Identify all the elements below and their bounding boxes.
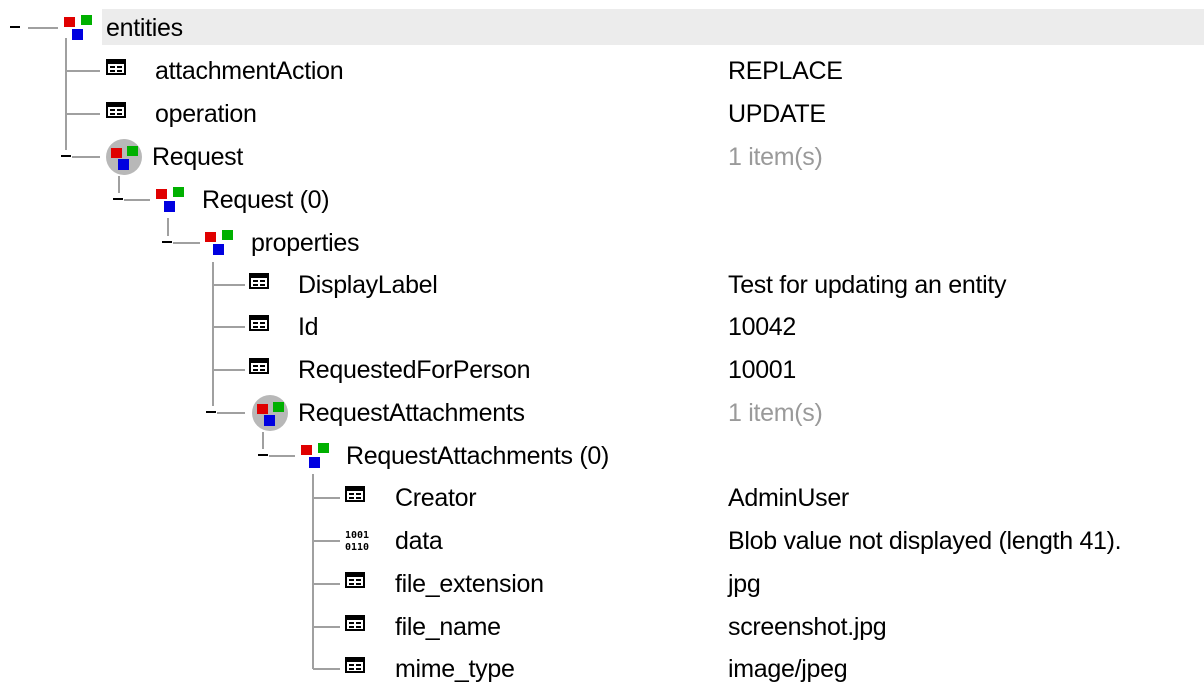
tree-node-label: RequestedForPerson xyxy=(298,356,531,384)
tree-node-label: entities xyxy=(106,14,183,42)
tree-node-value: jpg xyxy=(728,570,761,598)
field-icon xyxy=(345,486,365,502)
tree-node-value: REPLACE xyxy=(728,57,843,85)
tree-row-requestattachments-0[interactable]: RequestAttachments (0) xyxy=(0,435,1204,477)
tree-row-creator[interactable]: Creator AdminUser xyxy=(0,477,1204,519)
entity-icon xyxy=(205,230,233,255)
tree-node-value: Test for updating an entity xyxy=(728,271,1007,299)
tree-row-requestattachments[interactable]: RequestAttachments 1 item(s) xyxy=(0,392,1204,434)
svg-text:1001: 1001 xyxy=(345,530,369,541)
tree-node-label: operation xyxy=(155,100,257,128)
tree-node-value: screenshot.jpg xyxy=(728,613,887,641)
collapse-toggle-icon[interactable] xyxy=(60,150,72,162)
collapse-toggle-icon[interactable] xyxy=(112,193,124,205)
selection-highlight xyxy=(102,9,1204,45)
tree-node-value: 10001 xyxy=(728,356,797,384)
tree-node-value: AdminUser xyxy=(728,484,849,512)
tree-row-data[interactable]: 1001 0110 data Blob value not displayed … xyxy=(0,520,1204,562)
tree-node-label: Request xyxy=(152,143,244,171)
tree-row-request-0[interactable]: Request (0) xyxy=(0,179,1204,221)
collapse-toggle-icon[interactable] xyxy=(9,21,21,33)
collapse-toggle-icon[interactable] xyxy=(257,449,269,461)
tree-row-request[interactable]: Request 1 item(s) xyxy=(0,136,1204,178)
tree-node-label: DisplayLabel xyxy=(298,271,438,299)
tree-node-value: 10042 xyxy=(728,313,797,341)
tree-node-label: properties xyxy=(251,229,360,257)
tree-node-label: Id xyxy=(298,313,319,341)
tree-node-label: data xyxy=(395,527,443,555)
tree-row-requestedforperson[interactable]: RequestedForPerson 10001 xyxy=(0,349,1204,391)
entity-icon xyxy=(64,15,92,40)
tree-view[interactable]: entities attachmentAction REPLACE operat… xyxy=(0,0,1204,686)
tree-node-value: UPDATE xyxy=(728,100,826,128)
entity-icon xyxy=(301,443,329,468)
tree-row-operation[interactable]: operation UPDATE xyxy=(0,93,1204,135)
tree-row-properties[interactable]: properties xyxy=(0,222,1204,264)
tree-row-displaylabel[interactable]: DisplayLabel Test for updating an entity xyxy=(0,264,1204,306)
tree-row-mime-type[interactable]: mime_type image/jpeg xyxy=(0,648,1204,690)
binary-icon: 1001 0110 xyxy=(345,530,369,553)
tree-node-label: Request (0) xyxy=(202,186,330,214)
field-icon xyxy=(249,273,269,289)
tree-row-file-name[interactable]: file_name screenshot.jpg xyxy=(0,606,1204,648)
field-icon xyxy=(345,572,365,588)
tree-node-label: attachmentAction xyxy=(155,57,344,85)
collapse-toggle-icon[interactable] xyxy=(161,236,173,248)
svg-text:0110: 0110 xyxy=(345,542,369,553)
tree-node-label: file_name xyxy=(395,613,501,641)
entity-icon xyxy=(156,187,184,212)
tree-node-label: RequestAttachments (0) xyxy=(346,442,609,470)
tree-node-label: RequestAttachments xyxy=(298,399,525,427)
field-icon xyxy=(345,657,365,673)
tree-row-attachmentAction[interactable]: attachmentAction REPLACE xyxy=(0,50,1204,92)
tree-node-label: mime_type xyxy=(395,655,515,683)
tree-node-label: file_extension xyxy=(395,570,544,598)
field-icon xyxy=(249,358,269,374)
tree-node-label: Creator xyxy=(395,484,477,512)
tree-node-value: Blob value not displayed (length 41). xyxy=(728,527,1122,555)
field-icon xyxy=(345,615,365,631)
tree-row-file-extension[interactable]: file_extension jpg xyxy=(0,563,1204,605)
collapse-toggle-icon[interactable] xyxy=(205,406,217,418)
collection-icon xyxy=(252,395,288,431)
tree-node-value: 1 item(s) xyxy=(728,143,823,171)
tree-row-id[interactable]: Id 10042 xyxy=(0,306,1204,348)
tree-row-entities[interactable]: entities xyxy=(0,7,1204,49)
tree-node-value: image/jpeg xyxy=(728,655,848,683)
field-icon xyxy=(106,59,126,75)
collection-icon xyxy=(106,139,142,175)
field-icon xyxy=(106,102,126,118)
field-icon xyxy=(249,315,269,331)
tree-node-value: 1 item(s) xyxy=(728,399,823,427)
